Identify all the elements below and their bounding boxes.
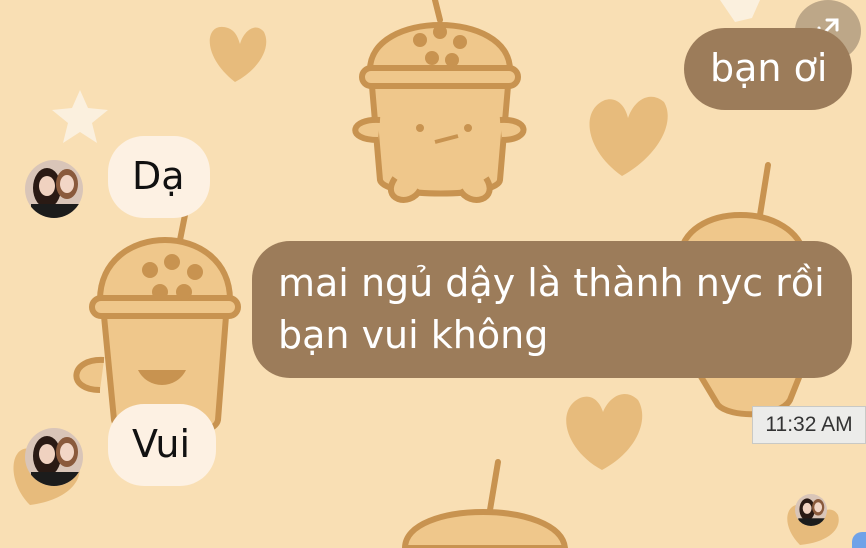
message-text: Dạ (132, 154, 185, 198)
timestamp-tooltip: 11:32 AM (752, 406, 866, 444)
message-text-line: bạn vui không (278, 313, 549, 357)
message-bubble-outgoing[interactable]: mai ngủ dậy là thành nyc rồi bạn vui khô… (252, 241, 852, 378)
message-text: Vui (132, 422, 191, 466)
bubble-tea-doodle (401, 459, 569, 548)
window-corner (852, 532, 866, 548)
message-bubble-incoming[interactable]: Dạ (108, 136, 210, 218)
message-bubble-incoming[interactable]: Vui (108, 404, 216, 486)
message-text-line: mai ngủ dậy là thành nyc rồi (278, 261, 825, 305)
avatar[interactable] (25, 428, 83, 486)
profile-photo (25, 428, 83, 486)
avatar[interactable] (25, 160, 83, 218)
profile-photo (25, 160, 83, 218)
read-receipt-avatar (795, 494, 827, 526)
message-text: bạn ơi (710, 46, 828, 90)
message-bubble-outgoing[interactable]: bạn ơi (684, 28, 852, 110)
profile-photo (795, 494, 827, 526)
